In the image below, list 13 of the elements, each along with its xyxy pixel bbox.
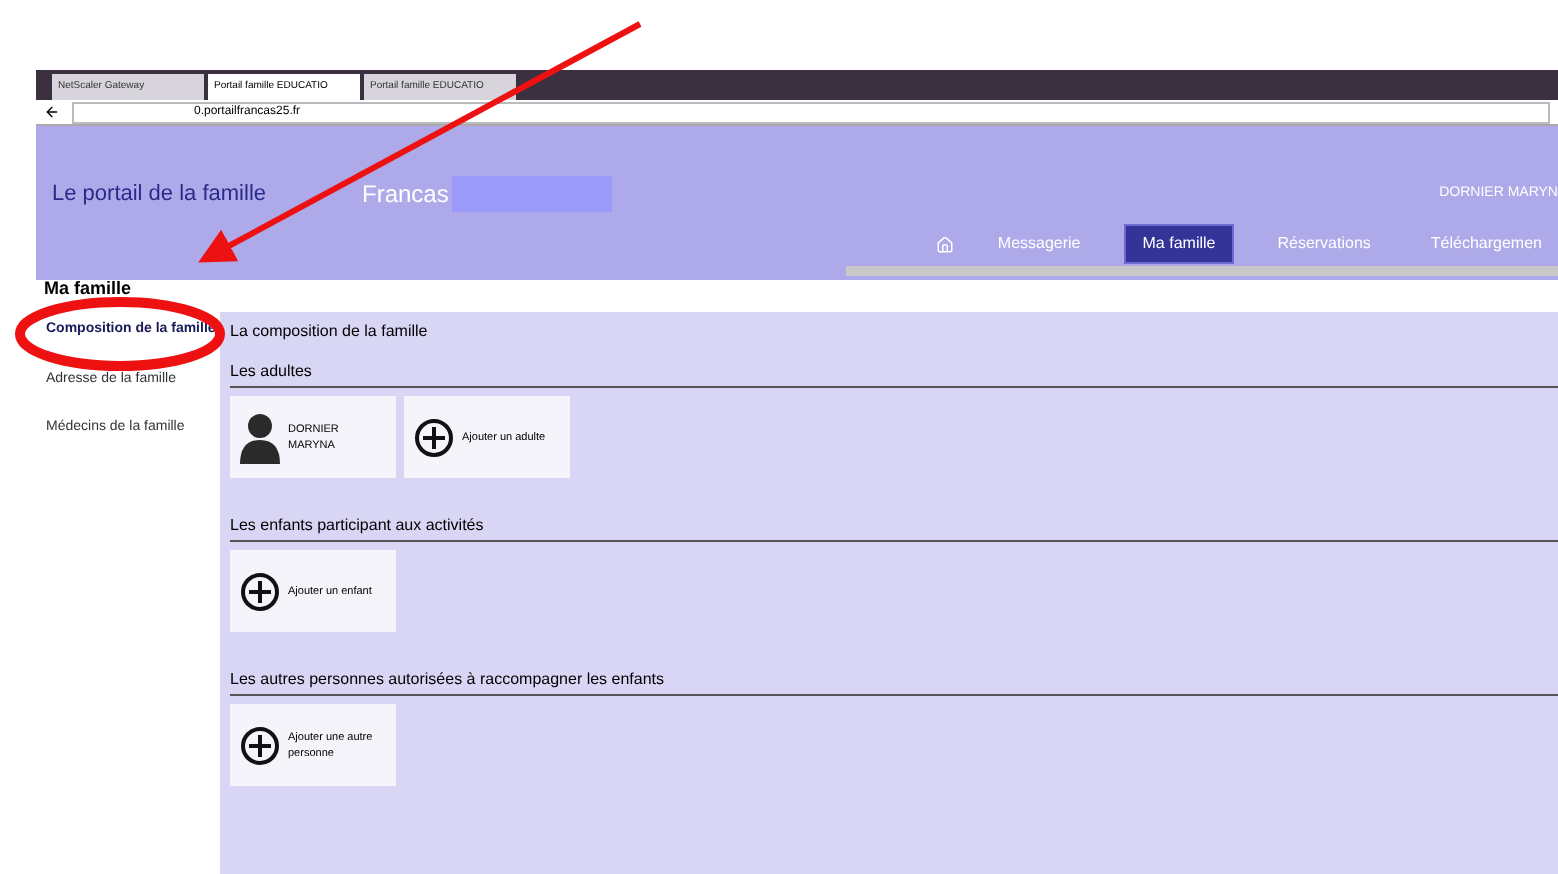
section-title: Ma famille — [44, 280, 132, 298]
plus-circle-icon — [414, 417, 454, 457]
plus-circle-icon — [240, 571, 280, 611]
back-icon[interactable] — [44, 104, 60, 120]
content-title: La composition de la famille — [230, 320, 430, 344]
plus-circle-icon — [240, 725, 280, 765]
portal-title: Le portail de la famille — [52, 179, 269, 210]
person-icon — [240, 411, 280, 463]
portal-subtitle: Francas — [362, 178, 449, 212]
section-heading: Les enfants participant aux activités — [230, 514, 1558, 542]
section-heading: Les adultes — [230, 360, 1558, 388]
nav-tab[interactable]: Ma famille — [1124, 224, 1234, 264]
section-heading: Les autres personnes autorisées à raccompagner les enfants — [230, 668, 1558, 696]
